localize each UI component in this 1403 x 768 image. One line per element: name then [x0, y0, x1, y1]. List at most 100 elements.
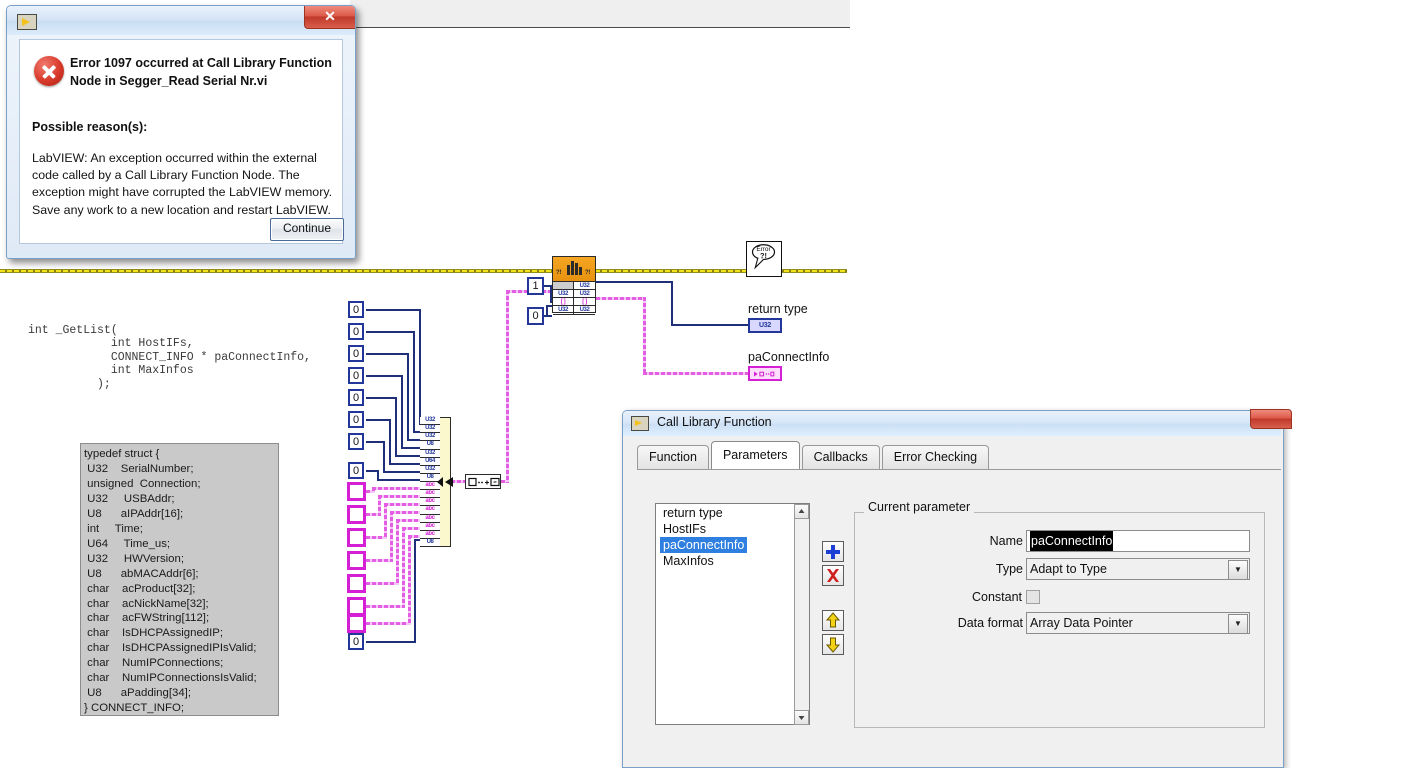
chevron-down-icon[interactable]: ▼: [1228, 560, 1248, 580]
name-field[interactable]: paConnectInfo: [1026, 530, 1250, 552]
parameter-list-scrollbar[interactable]: [794, 504, 809, 725]
numeric-constant[interactable]: 0: [348, 389, 364, 406]
data-format-select[interactable]: Array Data Pointer ▼: [1026, 612, 1250, 634]
return-type-indicator[interactable]: U32: [748, 318, 782, 333]
numeric-constant[interactable]: 0: [348, 367, 364, 384]
move-up-button[interactable]: [822, 610, 844, 631]
numeric-wire-h: [366, 309, 419, 311]
bundle-terminal: abc: [420, 522, 440, 531]
parameter-list-item[interactable]: MaxInfos: [656, 552, 809, 568]
return-type-wire-h: [671, 324, 748, 326]
numeric-constant[interactable]: 0: [348, 301, 364, 318]
numeric-constant[interactable]: 0: [348, 323, 364, 340]
cluster-wire-v: [384, 503, 387, 539]
paconnectinfo-indicator[interactable]: [748, 366, 782, 381]
bundle-terminal: U8: [420, 538, 440, 547]
parameter-list-item-label: MaxInfos: [663, 554, 714, 568]
close-icon[interactable]: ✕: [304, 6, 355, 29]
numeric-wire-v: [383, 441, 385, 473]
parameter-list-item-label: HostIFs: [663, 522, 707, 536]
clfn-row-3: U32 U32: [553, 305, 595, 315]
constant-checkbox[interactable]: [1026, 590, 1040, 604]
type-select-value: Adapt to Type: [1030, 562, 1107, 576]
chevron-down-icon[interactable]: ▼: [1228, 614, 1248, 634]
tab-function[interactable]: Function: [637, 445, 709, 469]
parameter-list-item-label: paConnectInfo: [660, 537, 748, 553]
parameter-list-item[interactable]: paConnectInfo: [656, 536, 809, 553]
scroll-down-button[interactable]: [794, 710, 809, 725]
numeric-constant[interactable]: 0: [348, 433, 364, 450]
bundle-terminal: U32: [420, 417, 440, 426]
numeric-wire-h: [366, 470, 377, 472]
string-constant[interactable]: [347, 505, 366, 524]
cluster-wire-h: [366, 582, 396, 585]
return-type-wire: [596, 281, 673, 283]
background-window-strip: [350, 0, 850, 28]
string-constant[interactable]: [347, 551, 366, 570]
clfn-left-marker: ?!: [556, 270, 562, 276]
clf-dialog-titlebar[interactable]: Call Library Function: [623, 411, 1281, 436]
numeric-wire-v: [401, 375, 403, 449]
numeric-wire-h2: [377, 479, 420, 481]
numeric-wire-h: [366, 441, 383, 443]
return-type-indicator-type: U32: [759, 322, 771, 329]
tab-error-checking[interactable]: Error Checking: [881, 445, 990, 469]
string-constant[interactable]: [347, 528, 366, 547]
parameter-list-item[interactable]: return type: [656, 504, 809, 520]
cluster-wire-h2: [402, 527, 420, 530]
numeric-wire-h2: [413, 431, 420, 433]
paconnectinfo-label: paConnectInfo: [748, 350, 830, 364]
tab-callbacks[interactable]: Callbacks: [801, 445, 880, 469]
possible-reasons-text: LabVIEW: An exception occurred within th…: [32, 151, 333, 217]
c-function-prototype: int _GetList( int HostIFs, CONNECT_INFO …: [28, 324, 311, 391]
string-constant[interactable]: [347, 482, 366, 501]
parameter-list-item-label: return type: [663, 506, 723, 520]
constant-0-clfn[interactable]: 0: [527, 307, 544, 325]
call-library-function-node[interactable]: ?! ?! U32 U32 U32 [ ] [ ] U32 U32: [552, 256, 596, 315]
parameter-list-item[interactable]: HostIFs: [656, 520, 809, 536]
cluster-to-array-arrow: [437, 477, 453, 487]
tab-parameters[interactable]: Parameters: [710, 441, 800, 469]
string-constant[interactable]: [347, 614, 366, 633]
cluster-wire-h: [366, 605, 402, 608]
cluster-wire-v: [396, 519, 399, 585]
delete-parameter-button[interactable]: [822, 565, 844, 586]
error-icon: [34, 56, 64, 86]
numeric-wire-h: [366, 419, 389, 421]
array-to-cluster-node[interactable]: [465, 474, 501, 489]
data-format-label: Data format: [957, 616, 1023, 630]
pa-out-wire-h: [643, 372, 748, 375]
scroll-up-button[interactable]: [794, 504, 809, 519]
error-dialog-titlebar[interactable]: ✕: [7, 6, 355, 35]
cluster-wire-h2: [390, 511, 420, 514]
cluster-wire-v: [402, 527, 405, 608]
numeric-wire-h: [366, 353, 407, 355]
numeric-constant-bottom[interactable]: 0: [348, 633, 364, 650]
numeric-wire-h2: [395, 455, 420, 457]
add-parameter-button[interactable]: [822, 541, 844, 562]
parameter-list[interactable]: return type HostIFs paConnectInfo MaxInfos: [655, 503, 810, 725]
numeric-wire-h2: [383, 471, 420, 473]
continue-button[interactable]: Continue: [270, 218, 344, 241]
numeric-wire-v: [407, 353, 409, 441]
bundle-terminal: U32: [420, 425, 440, 434]
numeric-wire-v: [389, 419, 391, 465]
move-down-button[interactable]: [822, 634, 844, 655]
bundle-terminal: U64: [420, 457, 440, 466]
numeric-wire-h2: [389, 463, 420, 465]
numeric-constant[interactable]: 0: [348, 345, 364, 362]
error-heading: Error 1097 occurred at Call Library Func…: [70, 56, 332, 88]
numeric-wire-h2: [407, 439, 420, 441]
error-dialog: ✕ Error 1097 occurred at Call Library Fu…: [6, 5, 356, 259]
constant-1[interactable]: 1: [527, 277, 544, 295]
simple-error-handler-node[interactable]: Error ?!: [746, 241, 782, 277]
numeric-constant[interactable]: 0: [348, 462, 364, 479]
numeric-constant[interactable]: 0: [348, 411, 364, 428]
clf-tab-bar: Function Parameters Callbacks Error Checkin…: [637, 441, 991, 471]
bundle-terminal: abc: [420, 490, 440, 499]
parameter-list-items: return type HostIFs paConnectInfo MaxInfos: [656, 504, 809, 568]
clf-close-icon[interactable]: [1250, 409, 1292, 429]
type-select[interactable]: Adapt to Type ▼: [1026, 558, 1250, 580]
string-constant[interactable]: [347, 574, 366, 593]
numeric-wire-v: [414, 539, 416, 643]
